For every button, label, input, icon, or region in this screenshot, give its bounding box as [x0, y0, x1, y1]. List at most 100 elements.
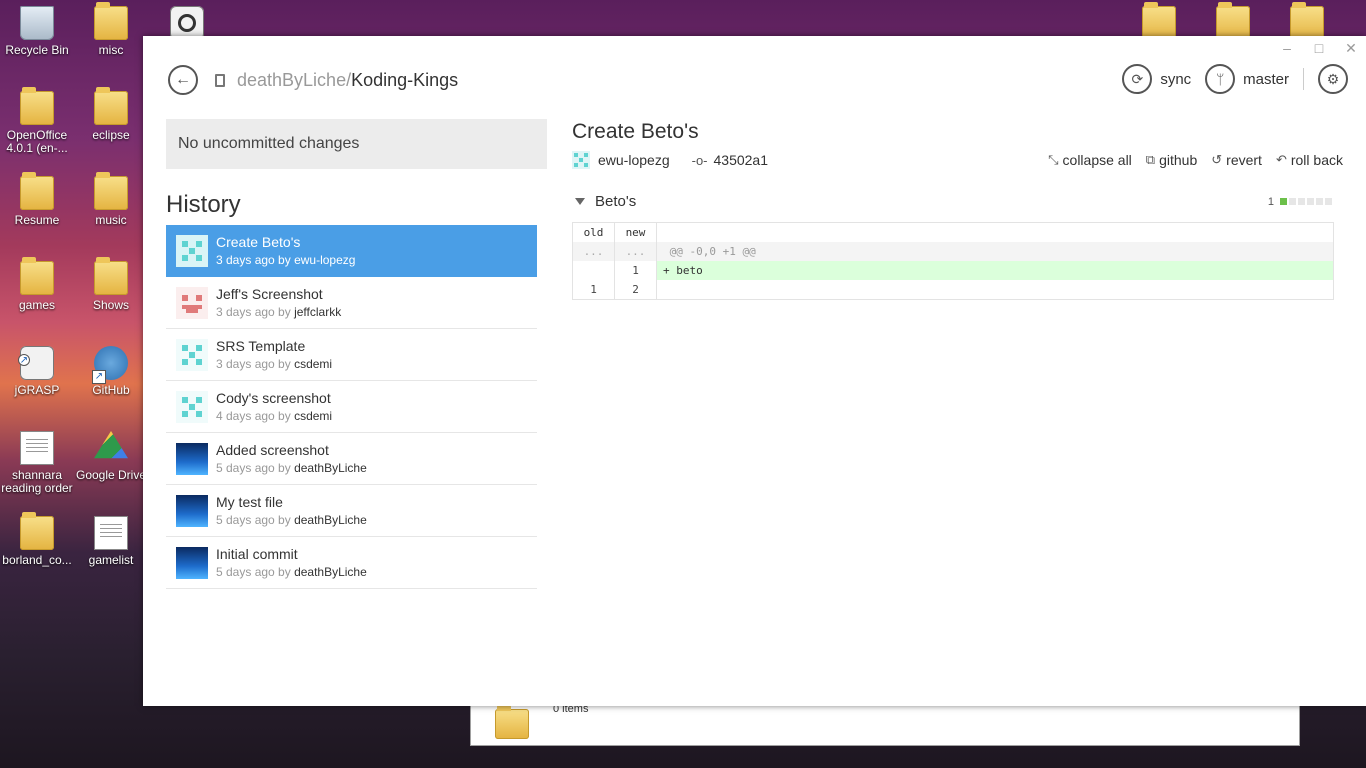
desktop-icon-shows[interactable]: Shows — [74, 255, 148, 312]
folder-icon — [20, 512, 54, 550]
history-item[interactable]: Initial commit 5 days ago by deathByLich… — [166, 537, 537, 589]
desktop-icon-label: Google Drive — [75, 468, 147, 482]
old-line-number: 1 — [573, 280, 615, 299]
diffstat: 1 — [1268, 196, 1332, 208]
desktop-icon-openoffice[interactable]: OpenOffice 4.0.1 (en-... — [0, 85, 74, 155]
diff-hunk-row: ... ... @@ -0,0 +1 @@ — [573, 242, 1333, 261]
new-line-number: ... — [615, 242, 657, 261]
new-line-number: 2 — [615, 280, 657, 299]
desktop-icon-label: eclipse — [92, 128, 130, 142]
recycle-bin-icon — [20, 6, 54, 40]
history-item-author: csdemi — [294, 357, 333, 371]
diff-table: old new ... ... @@ -0,0 +1 @@ 1 + beto 1… — [572, 222, 1334, 300]
history-item-meta: 3 days ago by csdemi — [216, 357, 332, 371]
branch-button[interactable]: ᛘ master — [1205, 64, 1289, 94]
app-shortcut-icon — [170, 6, 204, 40]
desktop-icon-label: gamelist — [88, 553, 134, 567]
collapse-icon: ⤡ — [1048, 152, 1059, 167]
repo-name[interactable]: Koding-Kings — [351, 70, 458, 91]
history-item-title: Added screenshot — [216, 442, 329, 458]
text-file-icon — [94, 516, 128, 550]
history-item-time: 5 days ago by — [216, 461, 295, 475]
branch-icon: ᛘ — [1205, 64, 1236, 94]
history-heading: History — [166, 191, 241, 218]
collapse-all-button[interactable]: ⤡ collapse all — [1048, 152, 1132, 168]
folder-icon — [20, 172, 54, 210]
close-button[interactable]: ✕ — [1344, 40, 1358, 57]
desktop-icon-games[interactable]: games — [0, 255, 74, 312]
github-app-window[interactable]: – □ ✕ ← deathByLiche / Koding-Kings ⟳ sy… — [143, 36, 1366, 706]
history-item-time: 3 days ago by — [216, 357, 295, 371]
history-item[interactable]: Create Beto's 3 days ago by ewu-lopezg — [166, 225, 537, 277]
history-item-author: jeffclarkk — [294, 305, 342, 319]
history-item[interactable]: My test file 5 days ago by deathByLiche — [166, 485, 537, 537]
sync-label: sync — [1160, 70, 1192, 88]
desktop-icon-shannara[interactable]: shannara reading order — [0, 425, 74, 495]
uncommitted-changes-panel[interactable]: No uncommitted changes — [166, 119, 547, 169]
diff-code: @@ -0,0 +1 @@ — [663, 245, 756, 258]
diff-header-row: old new — [573, 223, 1333, 242]
explorer-window[interactable]: 0 items — [470, 700, 1300, 746]
desktop-icon-google-drive[interactable]: Google Drive — [74, 425, 148, 482]
settings-button[interactable]: ⚙ — [1318, 64, 1348, 94]
diffstat-block — [1325, 198, 1332, 205]
history-item-meta: 5 days ago by deathByLiche — [216, 565, 367, 579]
minimize-button[interactable]: – — [1280, 40, 1294, 57]
desktop-icon-borland[interactable]: borland_co... — [0, 510, 74, 567]
desktop-icon-resume[interactable]: Resume — [0, 170, 74, 227]
history-item[interactable]: Cody's screenshot 4 days ago by csdemi — [166, 381, 537, 433]
commit-sha[interactable]: 43502a1 — [714, 152, 769, 168]
folder-icon — [94, 257, 128, 295]
desktop-icon-label: shannara reading order — [1, 468, 73, 495]
document-icon — [20, 431, 54, 465]
history-item-author: csdemi — [294, 409, 333, 423]
caret-down-icon[interactable] — [575, 198, 585, 205]
desktop-icon-misc[interactable]: misc — [74, 0, 148, 57]
revert-button[interactable]: ↺ revert — [1211, 152, 1262, 168]
new-line-number: 1 — [615, 261, 657, 280]
folder-icon — [1290, 2, 1324, 40]
history-item-title: Initial commit — [216, 546, 298, 562]
desktop-icon-label: borland_co... — [2, 553, 72, 567]
diffstat-block — [1298, 198, 1305, 205]
sync-button[interactable]: ⟳ sync — [1122, 64, 1191, 94]
desktop-icon-music[interactable]: music — [74, 170, 148, 227]
commit-meta: ewu-lopezg -o- 43502a1 — [572, 151, 768, 169]
desktop-icon-github[interactable]: GitHub — [74, 340, 148, 397]
folder-icon — [1216, 2, 1250, 40]
folder-icon — [495, 705, 529, 739]
roll-back-button[interactable]: ↶ roll back — [1276, 152, 1343, 168]
desktop-icon-label: music — [95, 213, 127, 227]
desktop-icon-label: jGRASP — [14, 383, 60, 397]
commit-author[interactable]: ewu-lopezg — [598, 152, 670, 168]
desktop-icon-eclipse[interactable]: eclipse — [74, 85, 148, 142]
history-item-meta: 4 days ago by csdemi — [216, 409, 332, 423]
history-item-time: 5 days ago by — [216, 565, 295, 579]
history-item-meta: 3 days ago by ewu-lopezg — [216, 253, 355, 267]
history-item[interactable]: SRS Template 3 days ago by csdemi — [166, 329, 537, 381]
file-header[interactable]: Beto's 1 — [572, 193, 1332, 210]
back-button[interactable]: ← — [168, 65, 198, 95]
desktop-icon-recycle-bin[interactable]: Recycle Bin — [0, 0, 74, 57]
history-item[interactable]: Added screenshot 5 days ago by deathByLi… — [166, 433, 537, 485]
history-item[interactable]: Jeff's Screenshot 3 days ago by jeffclar… — [166, 277, 537, 329]
avatar — [176, 390, 208, 423]
desktop-icon-gamelist[interactable]: gamelist — [74, 510, 148, 567]
history-item-time: 5 days ago by — [216, 513, 295, 527]
github-link-button[interactable]: ⧉ github — [1146, 152, 1197, 168]
rollback-icon: ↶ — [1275, 152, 1287, 167]
repo-owner[interactable]: deathByLiche — [237, 70, 346, 91]
desktop-icon-label: Resume — [14, 213, 60, 227]
diffstat-count: 1 — [1267, 195, 1274, 208]
repository-icon — [215, 74, 225, 87]
desktop-icon-label: misc — [98, 43, 124, 57]
commit-actions: ⤡ collapse all ⧉ github ↺ revert ↶ roll back — [1048, 152, 1343, 168]
history-item-time: 4 days ago by — [216, 409, 295, 423]
diffstat-block — [1307, 198, 1314, 205]
google-drive-icon — [94, 431, 128, 459]
diff-code — [657, 223, 1333, 242]
desktop-icon-jgrasp[interactable]: jGRASP — [0, 340, 74, 397]
history-item-author: ewu-lopezg — [294, 253, 356, 267]
maximize-button[interactable]: □ — [1312, 40, 1326, 57]
repo-title: deathByLiche / Koding-Kings — [215, 70, 458, 91]
